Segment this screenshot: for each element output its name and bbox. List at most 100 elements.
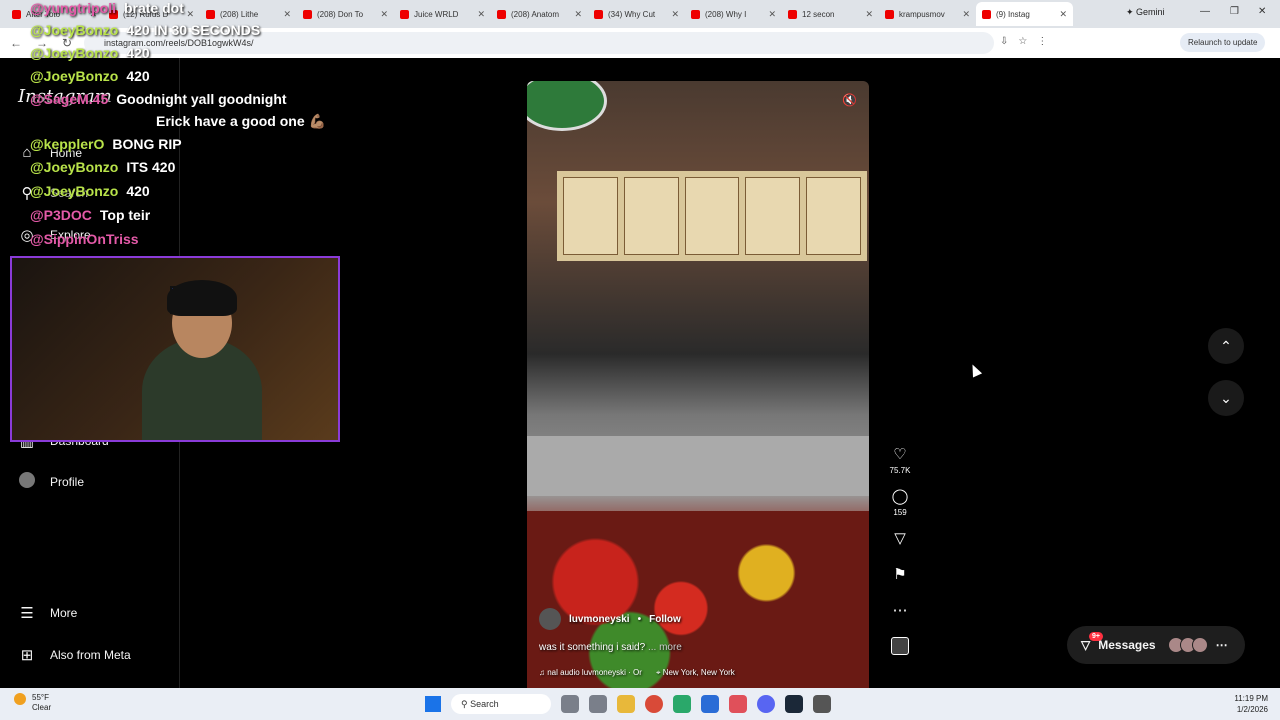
reel-author: luvmoneyski • Follow [539,608,859,630]
tab-favicon-icon [885,9,894,19]
tab-close-icon[interactable]: ✕ [962,9,970,20]
tab-close-icon[interactable]: ✕ [477,9,485,20]
tab-close-icon[interactable]: ✕ [574,9,582,20]
heart-icon[interactable]: ♡ [893,445,906,463]
chat-username: @SippinOnTriss [30,231,139,247]
discord-icon[interactable] [757,695,775,713]
bookmark-icon[interactable]: ⚑ [893,565,906,583]
reel-username[interactable]: luvmoneyski [569,614,630,625]
sidebar-item-profile[interactable]: Profile [18,472,84,492]
location-link[interactable]: ⌖ New York, New York [656,668,735,678]
chat-message: @JoeyBonzo ITS 420 [30,159,175,175]
chat-message: @yungtripoli brate dot [30,0,184,16]
tab-close-icon[interactable]: ✕ [380,9,388,20]
audio-thumbnail[interactable] [891,637,909,655]
share-icon[interactable]: ▽ [894,529,906,547]
browser-tab[interactable]: (208) Why I ✕ [685,2,782,26]
message-avatars [1167,637,1208,653]
taskbar-app-icon[interactable] [701,695,719,713]
chat-username: @kepplerO [30,136,105,152]
tab-close-icon[interactable]: ✕ [768,9,776,20]
sandwich-counter [527,436,869,496]
reel-meta: ♫ nal audio luvmoneyski · Or ⌖ New York,… [539,668,859,678]
browser-tab[interactable]: (9) Instag ✕ [976,2,1073,26]
system-clock[interactable]: 11:19 PM 1/2/2026 [1200,693,1268,715]
clock-time: 11:19 PM [1234,694,1268,703]
browser-tab[interactable]: (208) Anatom ✕ [491,2,588,26]
chat-message: @JoeyBonzo 420 [30,45,150,61]
more-link[interactable]: ... more [648,642,682,653]
sun-icon [14,693,26,705]
chat-message: @SippinOnTriss [30,231,139,247]
taskbar-apps: ⚲ Search [425,694,831,714]
chat-username: @P3DOC [30,207,92,223]
audio-label: nal audio luvmoneyski · Or [547,668,642,677]
toolbar-icons[interactable]: ⇩☆⋮ [1000,36,1057,47]
reel-video[interactable]: 🔇 luvmoneyski • Follow was it something … [527,81,869,688]
taskbar-app-icon[interactable] [673,695,691,713]
tab-close-icon[interactable]: ✕ [1059,9,1067,20]
mute-icon[interactable]: 🔇 [842,93,857,107]
maximize-icon[interactable]: ❐ [1230,6,1239,17]
tab-close-icon[interactable]: ✕ [283,9,291,20]
next-reel-button[interactable]: ⌄ [1208,380,1244,416]
chat-text: ITS 420 [126,159,176,175]
chat-username: @JoeyBonzo [30,45,119,61]
avatar[interactable] [539,608,561,630]
browser-tab[interactable]: Juice WRLD ✕ [394,2,491,26]
file-explorer-icon[interactable] [617,695,635,713]
relaunch-button[interactable]: Relaunch to update [1180,33,1266,52]
tab-favicon-icon [982,9,991,19]
tab-close-icon[interactable]: ✕ [865,9,873,20]
messages-label: Messages [1098,638,1156,652]
weather-temp: 55°F [32,693,49,702]
gemini-button[interactable]: ✦ Gemini [1126,7,1165,18]
location-label: New York, New York [662,668,735,677]
reel-caption: was it something i said? ... more [539,642,859,653]
sidebar-item-more[interactable]: ☰ More [18,604,77,622]
chat-text: brate dot [123,0,184,16]
sidebar-item-label: Profile [50,475,85,489]
taskbar-search[interactable]: ⚲ Search [451,694,551,714]
taskbar-app-icon[interactable] [589,695,607,713]
weather-widget[interactable]: 55°F Clear [14,693,51,713]
tab-close-icon[interactable]: ✕ [671,9,679,20]
taskbar-search-label: Search [470,699,499,709]
menu-board [557,171,867,261]
chat-username: @JoeyBonzo [30,68,119,84]
browser-tab[interactable]: 12 secon ✕ [782,2,879,26]
follow-button[interactable]: Follow [649,614,681,625]
menu-icon: ☰ [20,605,34,622]
comment-icon[interactable]: ◯ [892,487,909,505]
tab-label: Juice WRLD [414,9,459,19]
minimize-icon[interactable]: — [1200,6,1210,17]
windows-start-icon[interactable] [425,696,441,712]
taskbar-app-icon[interactable] [561,695,579,713]
tab-favicon-icon [206,9,215,19]
audio-link[interactable]: ♫ nal audio luvmoneyski · Or [539,668,642,678]
tab-favicon-icon [788,9,797,19]
previous-reel-button[interactable]: ⌃ [1208,328,1244,364]
browser-tab[interactable]: (34) Why Cut ✕ [588,2,685,26]
chat-username: @JoeyBonzo [30,22,119,38]
music-app-icon[interactable] [729,695,747,713]
browser-tab[interactable]: krampusmov ✕ [879,2,976,26]
caption-text: was it something i said? [539,642,646,653]
calculator-icon[interactable] [813,695,831,713]
like-count: 75.7K [889,466,911,475]
back-icon[interactable]: ← [10,36,26,50]
chrome-icon[interactable] [645,695,663,713]
mouse-cursor [967,362,983,378]
reel-info: luvmoneyski • Follow was it something i … [539,608,859,678]
chat-text: 420 [126,45,150,61]
chat-message: @JoeyBonzo 420 IN 30 SECONDS [30,22,260,38]
store-sign [527,81,607,131]
messages-button[interactable]: ▽ 9+ Messages ⋯ [1067,626,1245,664]
browser-tab[interactable]: (208) Don To ✕ [297,2,394,26]
tab-label: 12 secon [802,9,835,19]
steam-icon[interactable] [785,695,803,713]
more-options-icon[interactable]: ⋯ [893,601,908,619]
close-icon[interactable]: ✕ [1258,6,1266,17]
sidebar-item-also-from-meta[interactable]: ⊞ Also from Meta [18,646,131,664]
tab-close-icon[interactable]: ✕ [186,9,194,20]
